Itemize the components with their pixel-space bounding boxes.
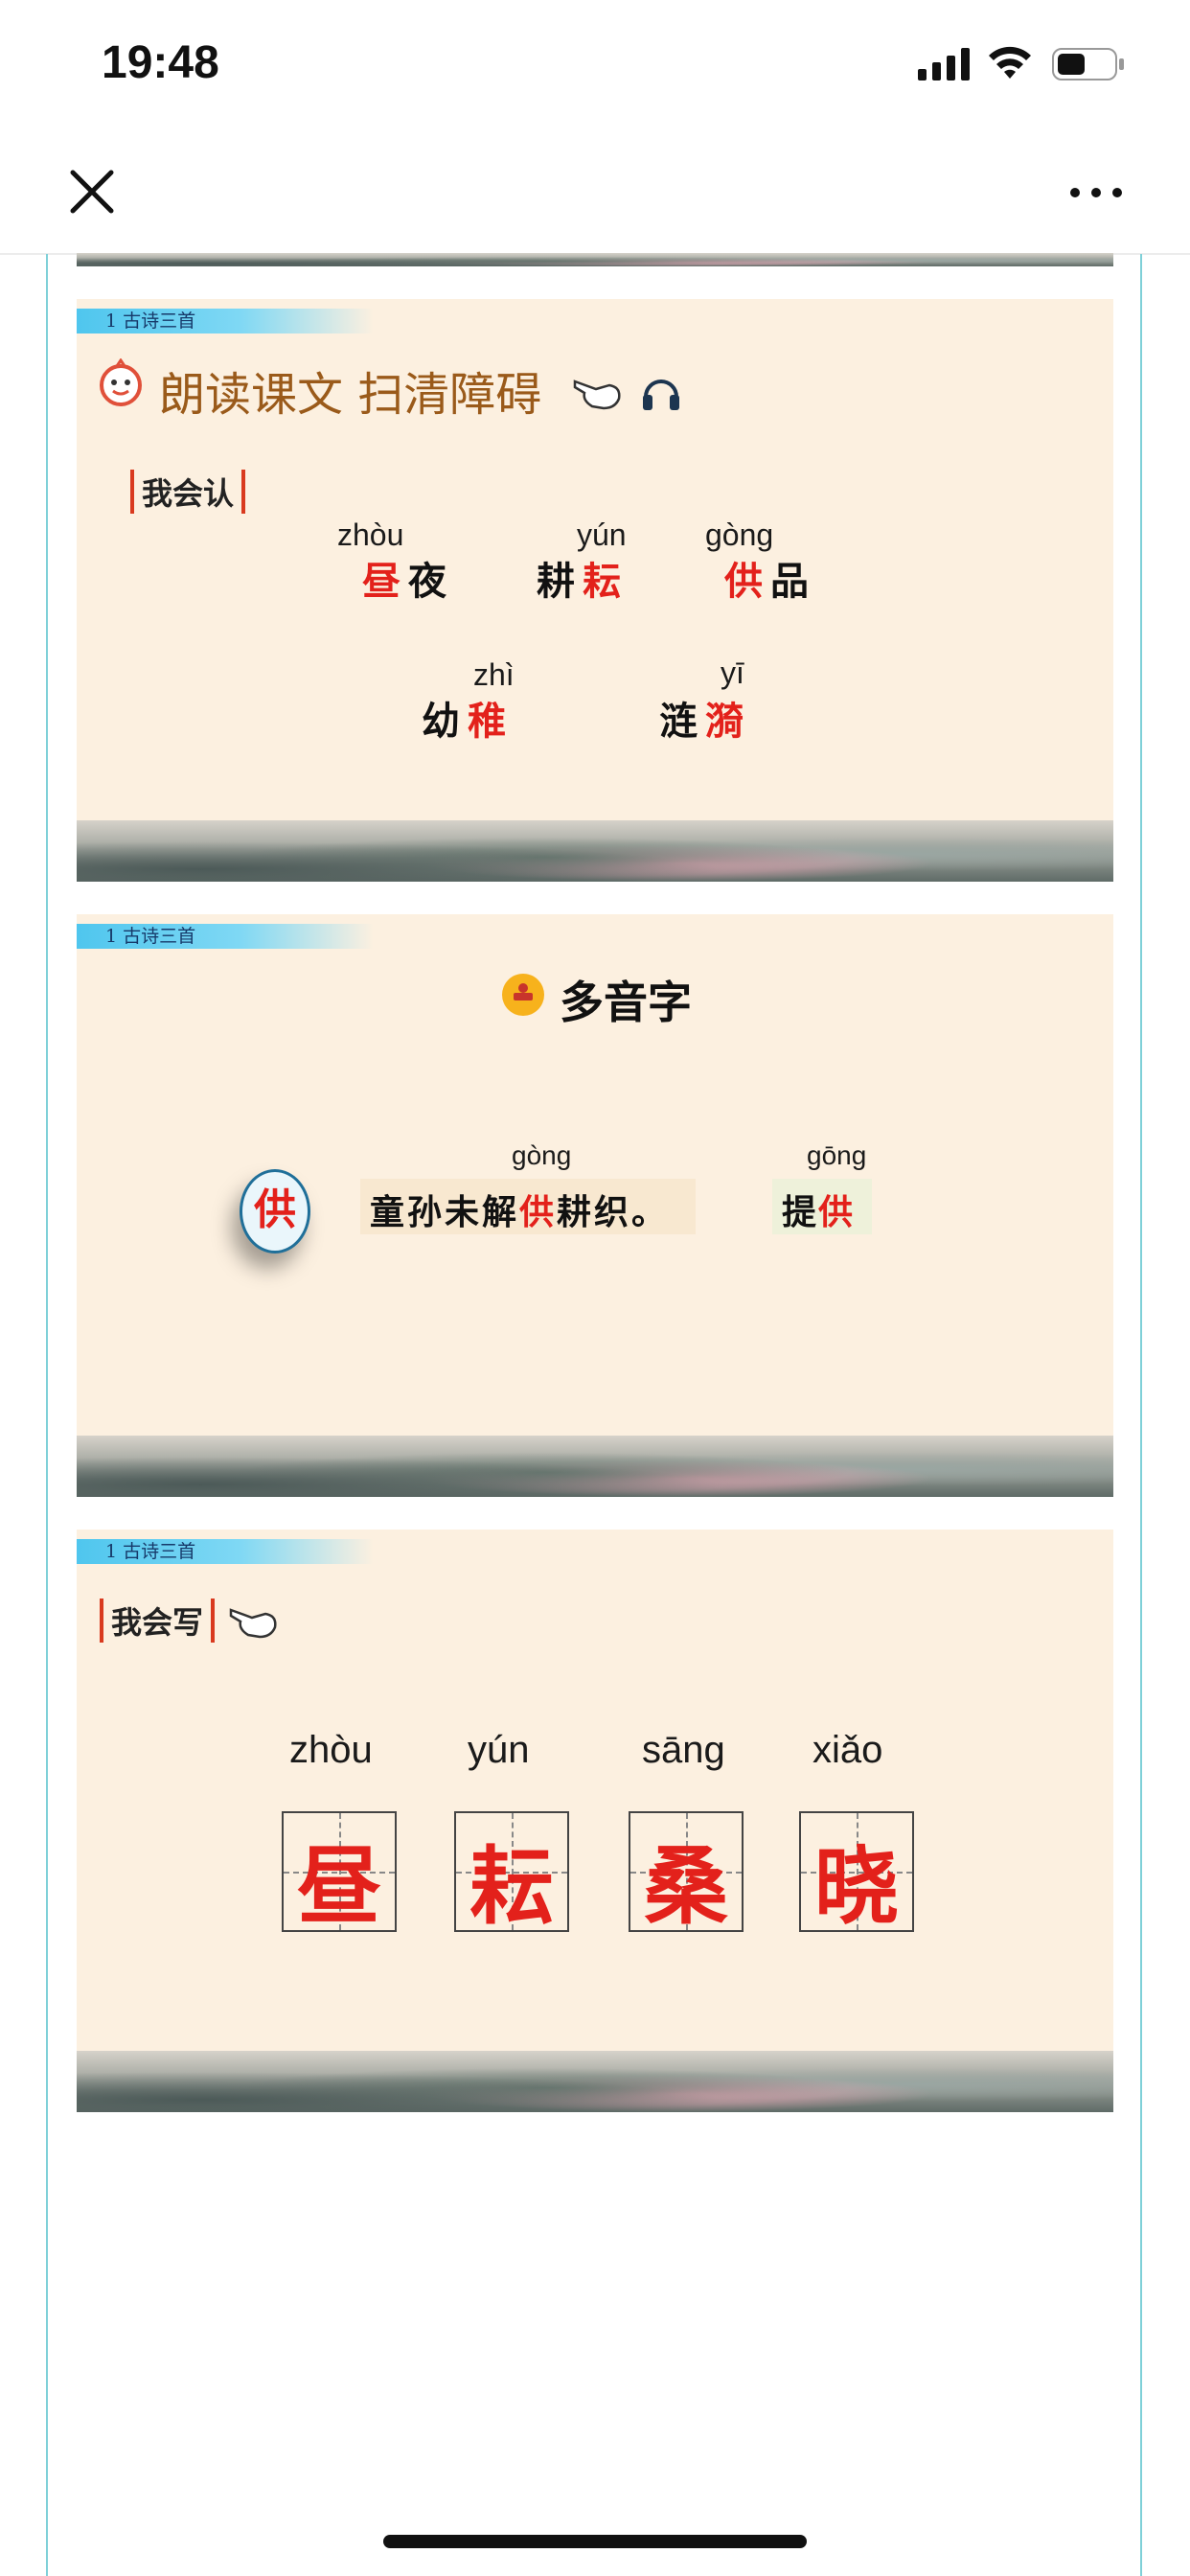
writing-grid-cell[interactable]: 耘: [454, 1811, 569, 1936]
word-char: 耕: [537, 559, 583, 604]
writing-grid-cell[interactable]: 晓: [799, 1811, 914, 1936]
writing-character: 昼: [296, 1836, 381, 1936]
word-gengyun: 耕耘: [537, 550, 629, 606]
word-red-char: 耘: [583, 559, 629, 604]
home-indicator[interactable]: [383, 2535, 807, 2548]
sentence-text: 童孙未解: [370, 1192, 520, 1232]
pinyin-label: zhòu: [337, 518, 404, 552]
writing-character: 耘: [469, 1836, 554, 1936]
landscape-decoration: [77, 2051, 1113, 2112]
word-gongpin: 供品: [724, 550, 816, 606]
word-red-char: 昼: [362, 559, 408, 604]
more-icon[interactable]: [1067, 178, 1125, 207]
sentence-red-char: 供: [519, 1192, 558, 1232]
pinyin-label: zhòu: [289, 1729, 373, 1771]
tag-write: 我会写: [100, 1598, 216, 1643]
word-char: 幼: [422, 699, 468, 744]
pinyin-label: gòng: [705, 518, 774, 552]
lesson-ribbon-text: 1 古诗三首: [105, 1541, 196, 1562]
example-word: 提供: [782, 1184, 855, 1234]
word-char: 夜: [408, 559, 454, 604]
writing-grid-cell[interactable]: 昼: [282, 1811, 397, 1936]
slide-polyphone[interactable]: 1 古诗三首 多音字 供 gòng 童孙未解供耕织。 gōng 提供: [77, 914, 1113, 1497]
pinyin-label: sāng: [642, 1729, 725, 1771]
example-sentence: 童孙未解供耕织。: [370, 1184, 669, 1234]
battery-icon: [1052, 48, 1124, 80]
writing-grid-cell[interactable]: 桑: [629, 1811, 744, 1936]
writing-character: 晓: [813, 1836, 899, 1936]
status-bar: 19:48: [0, 0, 1190, 125]
pinyin-label: xiǎo: [812, 1729, 883, 1771]
word-red-char: 稚: [468, 699, 514, 744]
word-char: 提: [782, 1192, 819, 1232]
tag-recognize: 我会认: [130, 470, 246, 514]
word-char: 品: [770, 559, 816, 604]
word-red-char: 供: [724, 559, 770, 604]
word-red-char: 漪: [705, 699, 751, 744]
writing-character: 桑: [643, 1836, 728, 1936]
previous-slide-strip: [77, 253, 1113, 266]
slide-recognize[interactable]: 1 古诗三首 朗读课文 扫清障碍 我会认 zhòu 昼夜 yún 耕耘 gòng…: [77, 299, 1113, 882]
polyphone-badge-icon: [502, 974, 544, 1016]
landscape-decoration: [77, 1436, 1113, 1497]
landscape-decoration: [77, 820, 1113, 882]
pointing-hand-icon[interactable]: [571, 368, 625, 412]
word-lianyi: 涟漪: [659, 690, 751, 746]
word-char: 涟: [659, 699, 705, 744]
pointing-hand-icon[interactable]: [226, 1597, 282, 1641]
word-red-char: 供: [818, 1192, 856, 1232]
pinyin-label: gòng: [512, 1140, 572, 1170]
reading-mascot-icon: [100, 358, 142, 406]
pinyin-label: gōng: [807, 1140, 867, 1170]
lesson-ribbon-text: 1 古诗三首: [105, 926, 196, 947]
pinyin-label: zhì: [473, 657, 515, 692]
slide-heading: 多音字: [560, 977, 692, 1028]
word-youzhi: 幼稚: [422, 690, 514, 746]
cellular-signal-icon: [918, 48, 970, 80]
lesson-ribbon-text: 1 古诗三首: [105, 310, 196, 332]
headphones-icon[interactable]: [640, 370, 682, 412]
pinyin-label: yún: [468, 1729, 530, 1771]
slide-heading: 朗读课文 扫清障碍: [159, 368, 542, 422]
nav-bar: [0, 125, 1190, 255]
close-icon[interactable]: [65, 165, 119, 218]
status-time: 19:48: [102, 37, 219, 88]
landscape-decoration: [77, 253, 1113, 266]
wifi-icon: [989, 46, 1031, 79]
word-zhouye: 昼夜: [362, 550, 454, 606]
pinyin-label: yún: [577, 518, 627, 552]
polyphone-character-bubble[interactable]: 供: [240, 1169, 310, 1254]
pinyin-label: yī: [721, 656, 744, 690]
slide-writing[interactable]: 1 古诗三首 我会写 zhòu yún sāng xiǎo 昼 耘 桑 晓: [77, 1530, 1113, 2112]
sentence-text: 耕织。: [557, 1192, 670, 1232]
